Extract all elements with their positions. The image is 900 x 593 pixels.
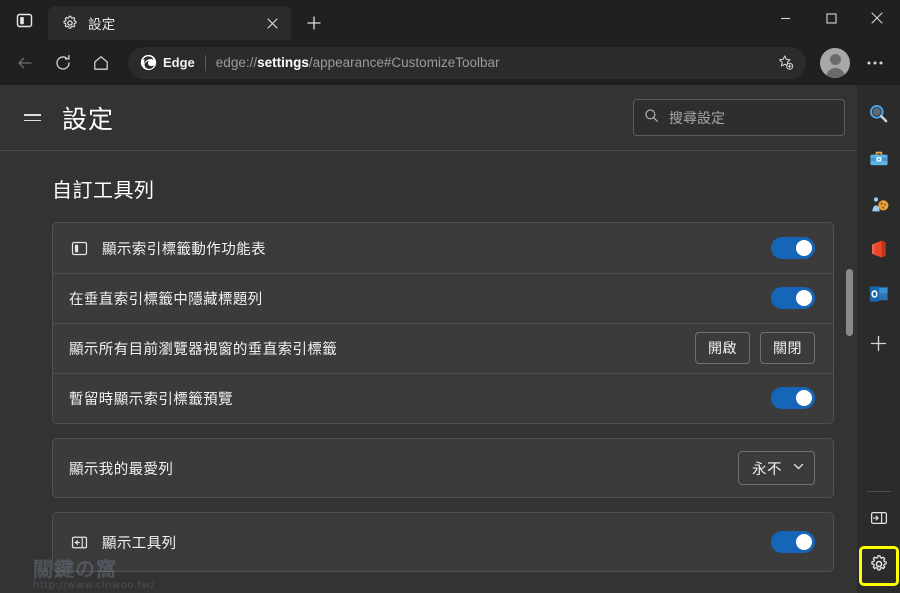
outlook-icon <box>868 283 890 310</box>
omnibox-divider <box>204 54 206 71</box>
dropdown-value: 永不 <box>752 461 782 478</box>
edge-chip: Edge <box>140 54 195 71</box>
tab-search-icon[interactable] <box>10 6 38 34</box>
sidebar-item-tools[interactable] <box>862 144 896 178</box>
edge-chip-label: Edge <box>163 55 195 70</box>
minimize-button[interactable] <box>762 0 808 36</box>
page-title: 設定 <box>62 105 115 134</box>
toggle-hover-tab-preview[interactable] <box>771 387 815 409</box>
toggle-show-toolbar[interactable] <box>771 531 815 553</box>
setting-row-show-vertical-tabs-all-windows: 顯示所有目前瀏覽器視窗的垂直索引標籤 開啟 關閉 <box>53 323 833 373</box>
avatar[interactable] <box>820 47 850 78</box>
plus-icon <box>870 335 887 357</box>
section-title: 自訂工具列 <box>52 180 155 202</box>
browser-window: 設定 Edge edge://settings/appearance#Custo… <box>0 0 900 593</box>
setting-label: 顯示工具列 <box>102 535 177 552</box>
sidebar-divider <box>866 491 891 492</box>
hamburger-menu-icon[interactable] <box>17 103 47 133</box>
setting-label: 顯示所有目前瀏覽器視窗的垂直索引標籤 <box>69 341 338 358</box>
setting-row-show-favorites-bar: 顯示我的最愛列 永不 <box>53 439 833 497</box>
expand-pane-icon <box>870 509 888 532</box>
setting-row-hover-tab-preview[interactable]: 暫留時顯示索引標籤預覽 <box>53 373 833 423</box>
setting-label: 顯示索引標籤動作功能表 <box>102 241 266 258</box>
setting-row-tab-actions-menu[interactable]: 顯示索引標籤動作功能表 <box>53 223 833 273</box>
gear-icon <box>62 15 78 31</box>
settings-card: 顯示工具列 <box>52 512 834 572</box>
settings-page: 設定 搜尋設定 自訂工具列 顯示索引標籤動作功能表 在垂直索引標籤中隱藏標題列 … <box>0 85 857 593</box>
setting-row-show-toolbar[interactable]: 顯示工具列 <box>53 513 833 571</box>
button-group: 開啟 關閉 <box>695 332 815 364</box>
sidebar-item-settings[interactable] <box>858 546 899 586</box>
address-bar[interactable]: Edge edge://settings/appearance#Customiz… <box>128 46 806 79</box>
tab-strip-left <box>0 0 48 40</box>
search-icon <box>868 103 889 129</box>
more-menu-icon[interactable] <box>859 47 891 79</box>
games-icon <box>868 193 890 220</box>
toggle-tab-actions-menu[interactable] <box>771 237 815 259</box>
back-icon[interactable] <box>9 47 41 79</box>
chevron-down-icon <box>792 460 805 477</box>
sidebar-item-games[interactable] <box>862 189 896 223</box>
sidebar-item-add[interactable] <box>862 329 896 363</box>
window-controls <box>762 0 900 36</box>
sidebar-item-outlook[interactable] <box>862 279 896 313</box>
search-icon <box>644 108 669 128</box>
gear-icon <box>869 554 889 579</box>
settings-content: 自訂工具列 顯示索引標籤動作功能表 在垂直索引標籤中隱藏標題列 顯示所有目前瀏覽… <box>0 151 857 593</box>
tab-title: 設定 <box>88 17 116 32</box>
favorites-bar-dropdown[interactable]: 永不 <box>738 451 815 485</box>
vertical-tabs-icon <box>69 238 89 258</box>
url-suffix: /appearance#CustomizeToolbar <box>308 55 500 70</box>
settings-card: 顯示我的最愛列 永不 <box>52 438 834 498</box>
browser-toolbar: Edge edge://settings/appearance#Customiz… <box>0 40 900 85</box>
sidebar-item-expand-pane[interactable] <box>862 503 896 537</box>
avatar-wrap <box>814 47 856 78</box>
toolbox-icon <box>868 148 890 175</box>
turn-off-button[interactable]: 關閉 <box>760 332 815 364</box>
sidebar-item-office[interactable] <box>862 234 896 268</box>
edge-logo-icon <box>140 54 157 71</box>
home-icon[interactable] <box>85 47 117 79</box>
show-toolbar-icon <box>69 532 89 552</box>
url-text: edge://settings/appearance#CustomizeTool… <box>216 55 770 70</box>
setting-label: 顯示我的最愛列 <box>69 461 174 478</box>
refresh-icon[interactable] <box>47 47 79 79</box>
setting-row-hide-title-bar[interactable]: 在垂直索引標籤中隱藏標題列 <box>53 273 833 323</box>
turn-on-button[interactable]: 開啟 <box>695 332 750 364</box>
url-bold-segment: settings <box>257 55 309 70</box>
toggle-hide-title-bar[interactable] <box>771 287 815 309</box>
close-icon[interactable] <box>261 12 283 34</box>
office-icon <box>868 238 890 265</box>
setting-label: 暫留時顯示索引標籤預覽 <box>69 391 233 408</box>
new-tab-button[interactable] <box>299 8 329 38</box>
setting-label: 在垂直索引標籤中隱藏標題列 <box>69 291 263 308</box>
search-placeholder: 搜尋設定 <box>669 109 725 126</box>
scrollbar-thumb[interactable] <box>846 269 853 336</box>
vertical-scrollbar[interactable] <box>844 151 855 593</box>
settings-header: 設定 搜尋設定 <box>0 85 857 151</box>
tab-settings[interactable]: 設定 <box>48 6 291 40</box>
sidebar-item-search[interactable] <box>862 99 896 133</box>
title-bar: 設定 <box>0 0 900 40</box>
search-input[interactable]: 搜尋設定 <box>633 99 845 136</box>
url-prefix: edge:// <box>215 55 258 70</box>
settings-card: 顯示索引標籤動作功能表 在垂直索引標籤中隱藏標題列 顯示所有目前瀏覽器視窗的垂直… <box>52 222 834 424</box>
close-window-button[interactable] <box>854 0 900 36</box>
maximize-button[interactable] <box>808 0 854 36</box>
star-plus-icon[interactable] <box>770 49 800 77</box>
edge-sidebar <box>857 85 900 593</box>
